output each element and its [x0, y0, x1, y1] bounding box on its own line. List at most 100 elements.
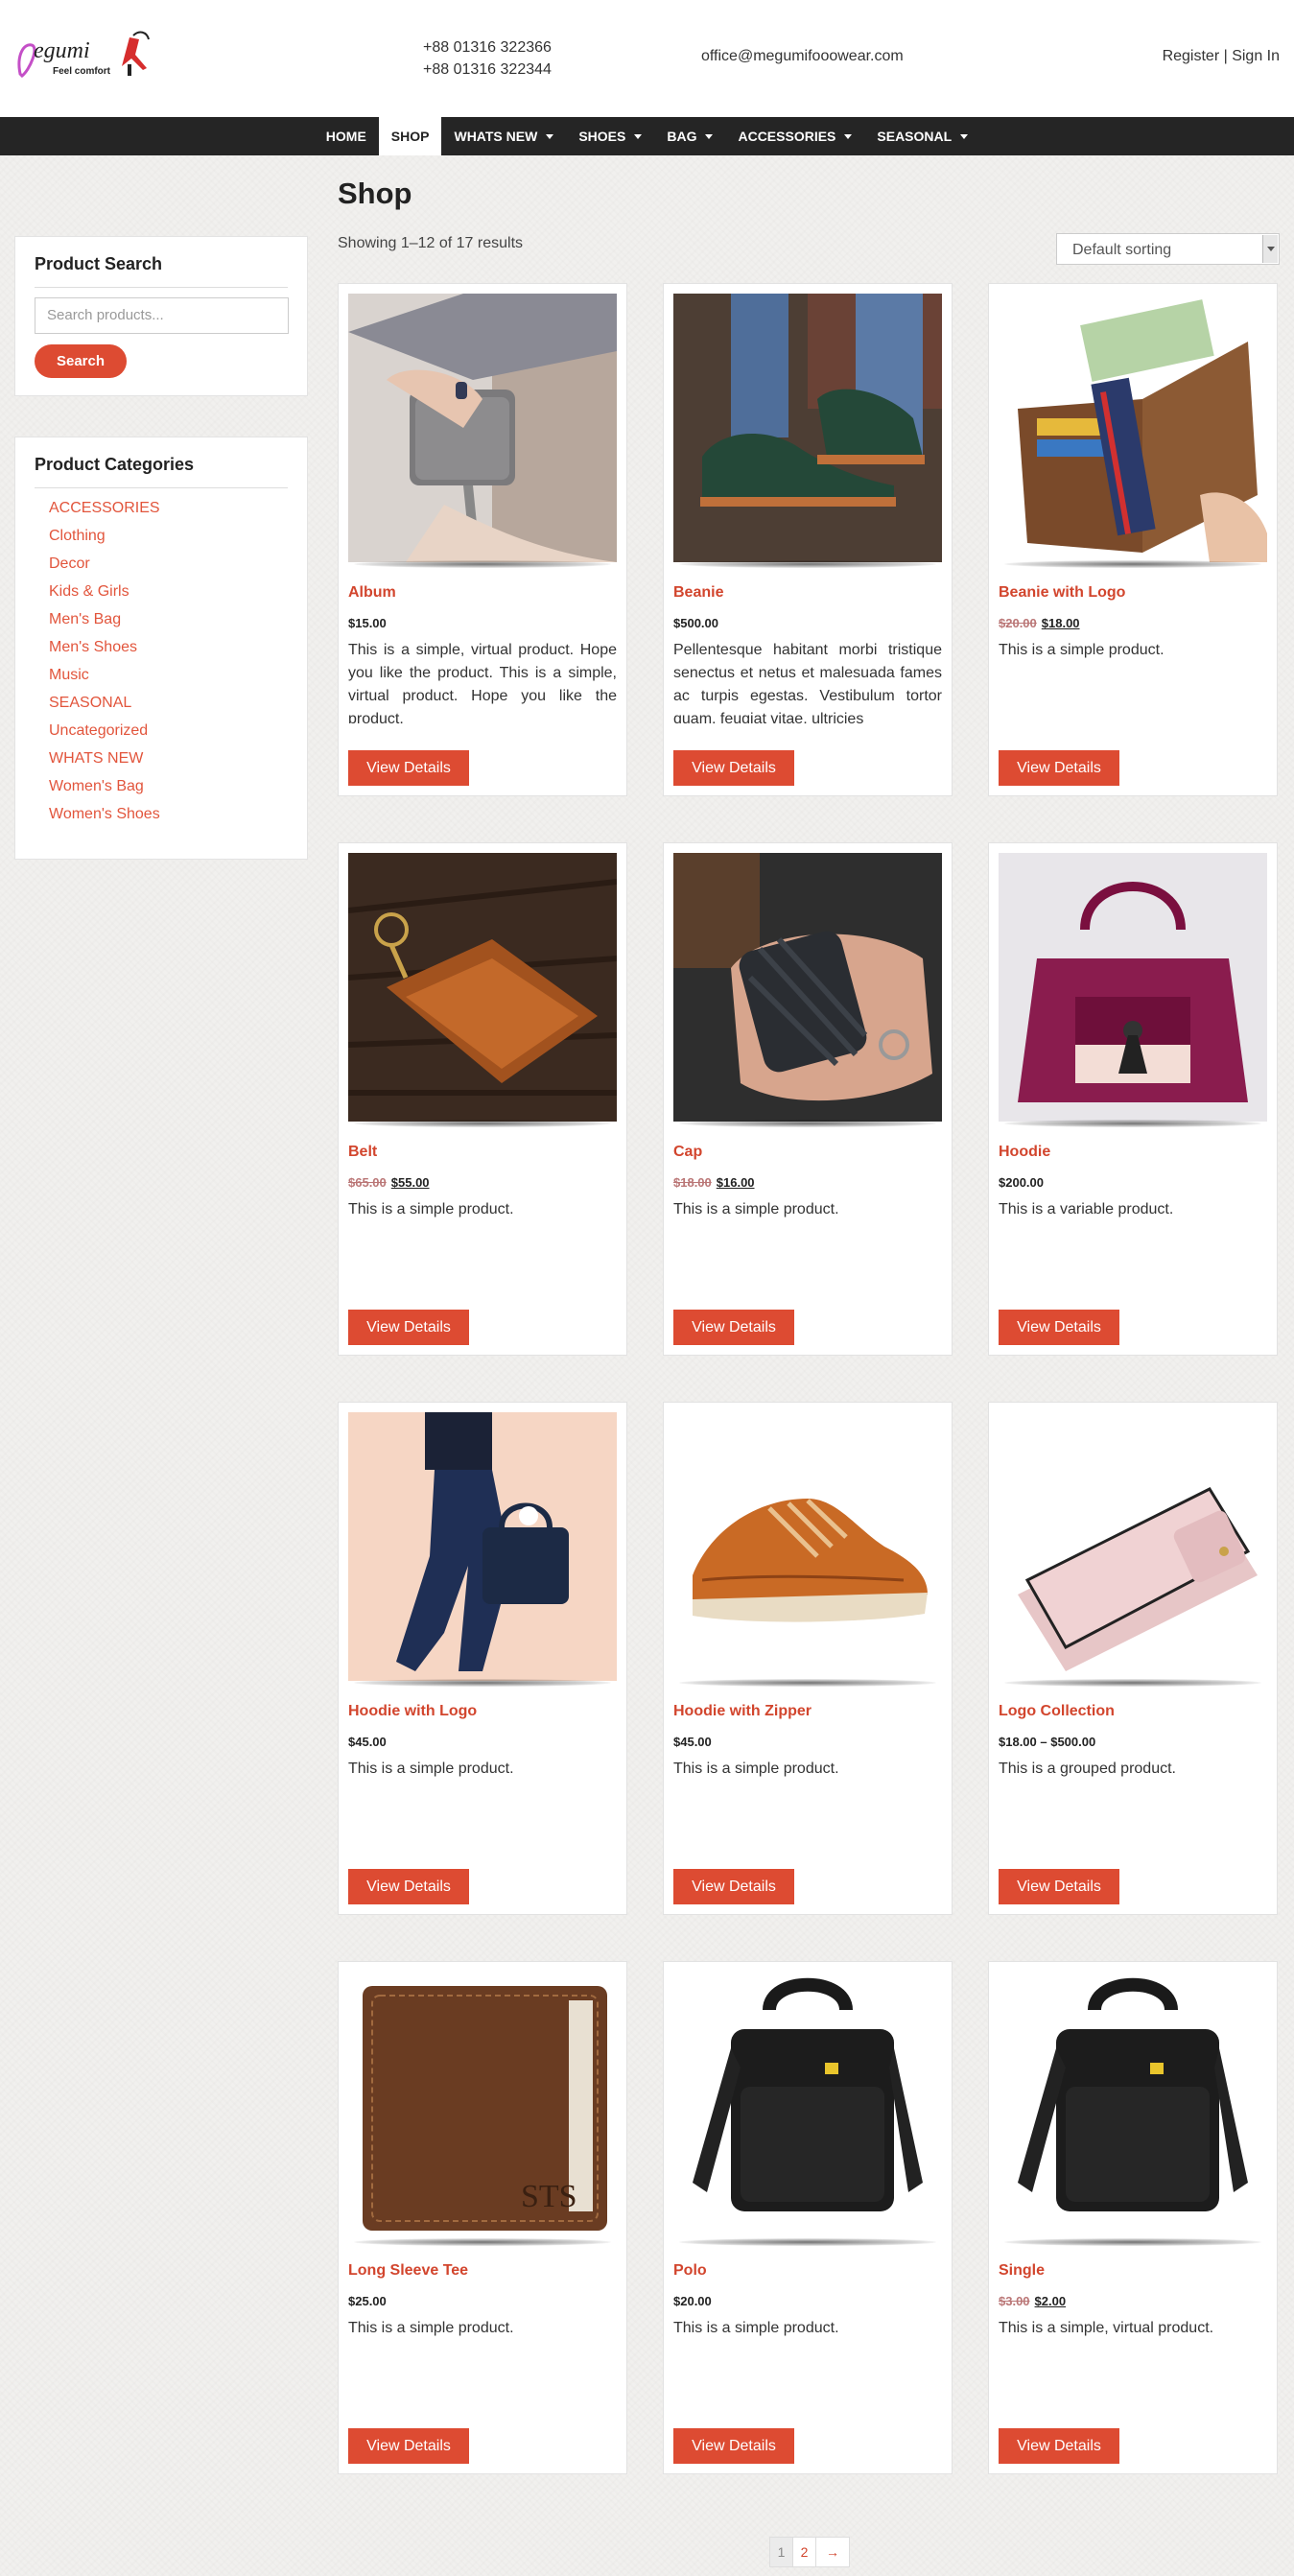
- category-link[interactable]: Uncategorized: [49, 721, 160, 749]
- product-search-widget: Product Search Search products... Search: [14, 236, 308, 396]
- product-title-link[interactable]: Single: [999, 2262, 1045, 2280]
- view-details-button[interactable]: View Details: [348, 750, 469, 786]
- wallet-hand-icon[interactable]: [348, 294, 617, 562]
- svg-text:egumi: egumi: [34, 38, 90, 63]
- view-details-button[interactable]: View Details: [999, 750, 1119, 786]
- laptop-bag-icon[interactable]: [673, 1972, 942, 2240]
- auth-links: Register | Sign In: [1163, 48, 1280, 65]
- caret-down-icon: [634, 133, 643, 139]
- nav-item-home[interactable]: HOME: [314, 117, 379, 155]
- sign-in-link[interactable]: Sign In: [1232, 48, 1280, 64]
- view-details-button[interactable]: View Details: [673, 1869, 794, 1904]
- woven-case-icon[interactable]: [673, 853, 942, 1122]
- image-shadow: [1004, 1120, 1261, 1127]
- product-description: This is a simple product.: [348, 2320, 514, 2336]
- register-link[interactable]: Register: [1163, 48, 1220, 64]
- green-shoe-icon[interactable]: [673, 294, 942, 562]
- old-price: $65.00: [348, 1175, 387, 1190]
- view-details-button[interactable]: View Details: [348, 2428, 469, 2464]
- view-details-button[interactable]: View Details: [999, 2428, 1119, 2464]
- product-title-link[interactable]: Beanie with Logo: [999, 584, 1125, 602]
- product-card: Cap $18.00 $16.00 This is a simple product.…: [663, 842, 953, 1356]
- product-price: $200.00: [999, 1175, 1044, 1190]
- caret-down-icon: [705, 133, 714, 139]
- page-1[interactable]: 1: [770, 2538, 793, 2566]
- product-price: $500.00: [673, 616, 718, 630]
- search-button[interactable]: Search: [35, 344, 127, 378]
- category-link[interactable]: Men's Shoes: [49, 638, 160, 666]
- nav-item-accessories[interactable]: ACCESSORIES: [725, 117, 864, 155]
- price: $45.00: [348, 1735, 387, 1749]
- product-title-link[interactable]: Belt: [348, 1144, 377, 1161]
- product-title-link[interactable]: Logo Collection: [999, 1703, 1115, 1720]
- product-title-link[interactable]: Long Sleeve Tee: [348, 2262, 468, 2280]
- view-details-button[interactable]: View Details: [673, 750, 794, 786]
- product-description: This is a simple, virtual product. Hope …: [348, 642, 617, 723]
- image-shadow: [354, 1679, 611, 1687]
- product-search-input[interactable]: Search products...: [35, 297, 289, 334]
- nav-item-label: SEASONAL: [877, 129, 953, 144]
- caret-down-icon: [546, 133, 554, 139]
- pagination: 1 2 →: [769, 2537, 850, 2567]
- contact-email[interactable]: office@megumifooowear.com: [701, 48, 904, 65]
- category-link[interactable]: Decor: [49, 555, 160, 582]
- view-details-button[interactable]: View Details: [999, 1869, 1119, 1904]
- nav-item-shoes[interactable]: SHOES: [566, 117, 654, 155]
- product-title-link[interactable]: Beanie: [673, 584, 723, 602]
- key-case-icon[interactable]: [348, 853, 617, 1122]
- category-link[interactable]: Kids & Girls: [49, 582, 160, 610]
- phone-number-1: +88 01316 322366: [423, 39, 552, 56]
- nav-item-seasonal[interactable]: SEASONAL: [864, 117, 980, 155]
- product-card: STS Long Sleeve Tee $25.00 This is a simple…: [338, 1961, 627, 2474]
- product-card: Hoodie with Zipper $45.00 This is a simple…: [663, 1402, 953, 1915]
- passport-wallet-icon[interactable]: [999, 294, 1267, 562]
- product-title-link[interactable]: Hoodie with Logo: [348, 1703, 477, 1720]
- site-logo[interactable]: egumi Feel comfort: [14, 26, 165, 87]
- handbag-icon[interactable]: [999, 853, 1267, 1122]
- laptop-bag-icon[interactable]: [999, 1972, 1267, 2240]
- product-title-link[interactable]: Polo: [673, 2262, 707, 2280]
- nav-item-label: ACCESSORIES: [738, 129, 836, 144]
- pink-wallet-icon[interactable]: [999, 1412, 1267, 1681]
- view-details-button[interactable]: View Details: [673, 2428, 794, 2464]
- product-card: Beanie with Logo $20.00 $18.00 This is a si…: [988, 283, 1278, 796]
- nav-item-label: SHOES: [578, 129, 626, 144]
- nav-item-label: WHATS NEW: [454, 129, 538, 144]
- view-details-button[interactable]: View Details: [348, 1310, 469, 1345]
- page-2[interactable]: 2: [793, 2538, 816, 2566]
- product-description: This is a simple product.: [673, 1761, 839, 1777]
- image-shadow: [1004, 2238, 1261, 2246]
- product-title-link[interactable]: Hoodie with Zipper: [673, 1703, 812, 1720]
- category-link[interactable]: ACCESSORIES: [49, 499, 160, 527]
- product-categories-widget: Product Categories ACCESSORIES Clothing …: [14, 437, 308, 860]
- view-details-button[interactable]: View Details: [999, 1310, 1119, 1345]
- product-price: $18.00 – $500.00: [999, 1735, 1095, 1749]
- sneaker-icon[interactable]: [673, 1412, 942, 1681]
- product-title-link[interactable]: Album: [348, 584, 396, 602]
- image-shadow: [354, 2238, 611, 2246]
- category-link[interactable]: Men's Bag: [49, 610, 160, 638]
- category-link[interactable]: Music: [49, 666, 160, 694]
- next-page-arrow-icon[interactable]: →: [816, 2538, 849, 2566]
- image-shadow: [1004, 1679, 1261, 1687]
- nav-item-bag[interactable]: BAG: [654, 117, 725, 155]
- man-briefcase-icon[interactable]: [348, 1412, 617, 1681]
- divider: [35, 487, 288, 488]
- page-title: Shop: [338, 177, 412, 210]
- product-card: Belt $65.00 $55.00 This is a simple product…: [338, 842, 627, 1356]
- category-link[interactable]: WHATS NEW: [49, 749, 160, 777]
- bifold-wallet-icon[interactable]: STS: [348, 1972, 617, 2240]
- view-details-button[interactable]: View Details: [348, 1869, 469, 1904]
- nav-item-shop[interactable]: SHOP: [378, 117, 442, 155]
- view-details-button[interactable]: View Details: [673, 1310, 794, 1345]
- product-card: Hoodie $200.00 This is a variable product.…: [988, 842, 1278, 1356]
- category-link[interactable]: Women's Shoes: [49, 805, 160, 833]
- product-title-link[interactable]: Cap: [673, 1144, 702, 1161]
- nav-item-whats-new[interactable]: WHATS NEW: [441, 117, 566, 155]
- category-link[interactable]: Women's Bag: [49, 777, 160, 805]
- category-link[interactable]: Clothing: [49, 527, 160, 555]
- old-price: $3.00: [999, 2294, 1030, 2308]
- product-title-link[interactable]: Hoodie: [999, 1144, 1050, 1161]
- sorting-select[interactable]: Default sorting: [1056, 233, 1280, 265]
- category-link[interactable]: SEASONAL: [49, 694, 160, 721]
